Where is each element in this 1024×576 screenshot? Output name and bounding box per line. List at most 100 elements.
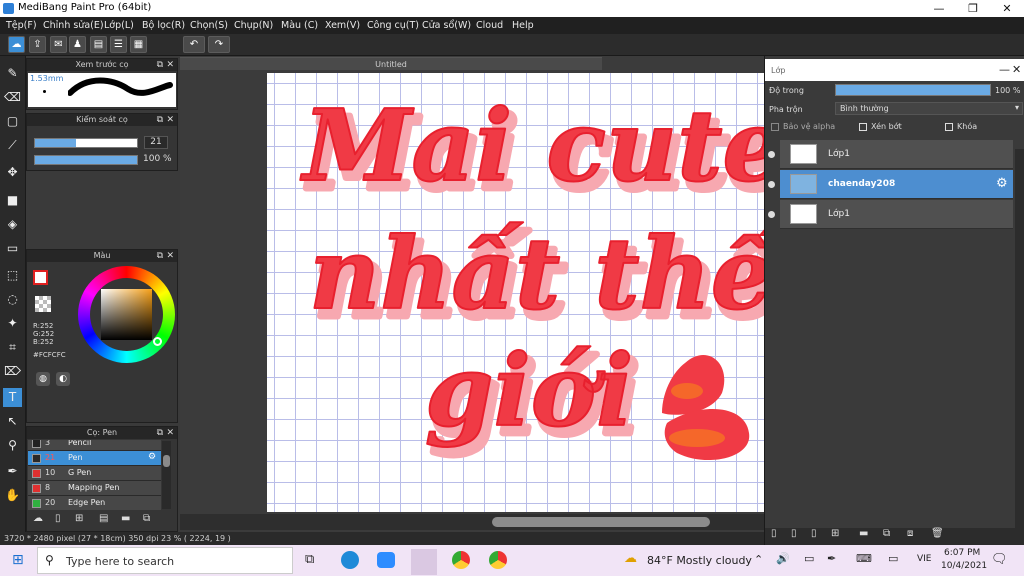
close-button[interactable]: ✕ [990, 0, 1024, 17]
clipping-checkbox[interactable] [859, 123, 867, 131]
visibility-icon[interactable] [768, 211, 775, 218]
close-icon[interactable]: ✕ [166, 250, 174, 262]
cloud-brush-icon[interactable]: ☁ [33, 513, 43, 524]
opacity-slider[interactable] [34, 155, 138, 165]
pen-tool-icon[interactable]: ✒ [3, 462, 22, 481]
display-icon[interactable]: ▭ [888, 552, 898, 565]
close-icon[interactable]: ✕ [166, 427, 174, 439]
document-tab[interactable]: Untitled [180, 57, 602, 70]
medibang-taskbar-icon[interactable] [411, 549, 437, 575]
menu-color[interactable]: Màu (C) [281, 20, 318, 31]
network-icon[interactable]: ▭ [804, 552, 814, 565]
close-icon[interactable]: ✕ [166, 59, 174, 71]
operation-tool-icon[interactable]: ↖ [3, 412, 22, 431]
team-icon[interactable]: ♟ [69, 36, 86, 53]
color-picker-icon[interactable]: ◐ [56, 372, 70, 386]
menu-file[interactable]: Tệp(F) [6, 20, 37, 31]
menu-layer[interactable]: Lớp(L) [104, 20, 134, 31]
primary-color-swatch[interactable] [33, 270, 48, 285]
layer-opacity-slider[interactable] [835, 84, 991, 96]
dropper-tool-icon[interactable]: ⚲ [3, 436, 22, 455]
list-item[interactable]: 8 Mapping Pen [28, 481, 161, 496]
text-tool-icon[interactable]: T [3, 388, 22, 407]
tray-chevron-icon[interactable]: ⌃ [754, 553, 763, 566]
saturation-square[interactable] [101, 289, 152, 340]
brush-list-scrollbar[interactable] [162, 441, 171, 509]
hue-marker[interactable] [153, 337, 162, 346]
weather-text[interactable]: 84°F Mostly cloudy [647, 554, 752, 567]
maximize-button[interactable]: ❐ [956, 0, 990, 17]
blend-mode-select[interactable]: Bình thường ▾ [835, 102, 1023, 115]
layer-scrollbar[interactable] [1015, 149, 1024, 531]
rectangle-tool-icon[interactable]: ▢ [3, 112, 22, 131]
menu-cloud[interactable]: Cloud [476, 20, 503, 31]
layer-row[interactable]: Lớp1 [768, 140, 1013, 169]
lasso-tool-icon[interactable]: ◌ [3, 290, 22, 309]
float-icon[interactable]: ⧉ [157, 250, 163, 262]
folder-icon[interactable]: ▬ [859, 528, 868, 539]
layer-row[interactable]: Lớp1 [768, 200, 1013, 229]
gear-icon[interactable]: ⚙ [148, 452, 156, 462]
document-icon[interactable]: ▤ [90, 36, 107, 53]
keyboard-icon[interactable]: ⌨ [856, 552, 872, 565]
brush-tool-icon[interactable]: ✎ [3, 64, 22, 83]
new-brush-icon[interactable]: ▯ [55, 513, 61, 524]
menu-filter[interactable]: Bộ lọc(R) [142, 20, 185, 31]
brush-size-slider[interactable] [34, 138, 138, 148]
minimize-button[interactable]: — [922, 0, 956, 17]
canvas-paper[interactable]: Mai cute Mai cute nhất thế nhất thế giới… [267, 73, 764, 512]
new-layer-icon[interactable]: ▯ [771, 528, 777, 539]
clock-date[interactable]: 10/4/2021 [941, 561, 987, 571]
menu-capture[interactable]: Chụp(N) [234, 20, 273, 31]
chrome-profile-icon[interactable] [489, 551, 507, 569]
visibility-icon[interactable] [768, 151, 775, 158]
move-tool-icon[interactable]: ✥ [3, 163, 22, 182]
comment-icon[interactable]: ✉ [50, 36, 67, 53]
minimize-panel-button[interactable]: — [999, 63, 1010, 76]
float-icon[interactable]: ⧉ [157, 427, 163, 439]
cloud-icon[interactable]: ☁ [8, 36, 25, 53]
redo-icon[interactable]: ↷ [208, 36, 230, 53]
add-layer-dropdown-icon[interactable]: ⊞ [831, 528, 839, 539]
close-icon[interactable]: ✕ [166, 114, 174, 126]
grid-icon[interactable]: ▦ [130, 36, 147, 53]
gradient-tool-icon[interactable]: ▭ [3, 239, 22, 258]
menu-tools[interactable]: Công cụ(T) [367, 20, 419, 31]
palette-icon[interactable]: ◍ [36, 372, 50, 386]
new-8bit-layer-icon[interactable]: ▯ [811, 528, 817, 539]
add-brush-icon[interactable]: ⊞ [75, 513, 83, 524]
weather-icon[interactable]: ☁ [624, 551, 637, 566]
brush-settings-icon[interactable]: ▤ [99, 513, 108, 524]
list-item[interactable]: 21 Pen ⚙ [28, 451, 161, 466]
clock-time[interactable]: 6:07 PM [944, 548, 980, 558]
select-brush-icon[interactable]: ⌗ [3, 338, 22, 357]
layer-row[interactable]: chaenday208 ⚙ [768, 170, 1013, 199]
marquee-tool-icon[interactable]: ⬚ [3, 266, 22, 285]
task-view-icon[interactable]: ⧉ [305, 552, 314, 567]
select-pen-icon[interactable]: ⟋ [3, 136, 22, 155]
menu-help[interactable]: Help [512, 20, 534, 31]
bucket-tool-icon[interactable]: ◈ [3, 215, 22, 234]
hand-tool-icon[interactable]: ✋ [3, 486, 22, 505]
float-icon[interactable]: ⧉ [157, 114, 163, 126]
list-item[interactable]: 20 Edge Pen [28, 496, 161, 510]
windows-start-icon[interactable]: ⊞ [12, 552, 24, 568]
canvas-hscroll-thumb[interactable] [492, 517, 710, 527]
edge-browser-icon[interactable] [341, 551, 359, 569]
float-icon[interactable]: ⧉ [157, 59, 163, 71]
fill-shape-icon[interactable]: ■ [3, 191, 22, 210]
magic-wand-icon[interactable]: ✦ [3, 314, 22, 333]
taskbar-search-box[interactable]: ⚲ Type here to search [37, 547, 293, 574]
merge-layer-icon[interactable]: ⧈ [907, 528, 913, 539]
list-item[interactable]: 10 G Pen [28, 466, 161, 481]
pen-icon[interactable]: ✒ [827, 552, 836, 565]
new-halftone-layer-icon[interactable]: ▯ [791, 528, 797, 539]
chrome-icon[interactable] [452, 551, 470, 569]
menu-edit[interactable]: Chỉnh sửa(E) [43, 20, 104, 31]
brush-size-value[interactable]: 21 [144, 136, 168, 149]
select-eraser-icon[interactable]: ⌦ [3, 362, 22, 381]
transparent-swatch[interactable] [35, 296, 51, 312]
volume-icon[interactable]: 🔊 [776, 552, 790, 565]
share-icon[interactable]: ⇪ [29, 36, 46, 53]
close-panel-button[interactable]: ✕ [1012, 63, 1021, 76]
